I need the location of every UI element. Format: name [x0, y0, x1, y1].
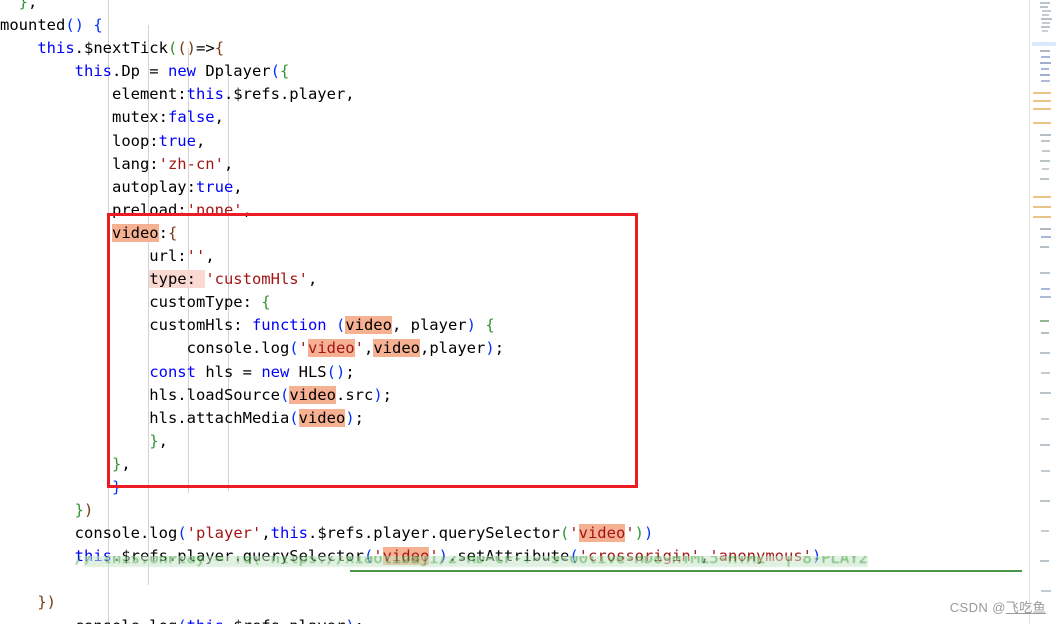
minimap-line-mark — [1042, 10, 1051, 12]
minimap-line-mark — [1041, 56, 1050, 58]
minimap-line-mark — [1040, 62, 1051, 64]
minimap-line-mark — [1040, 320, 1049, 322]
code-line[interactable]: }) — [0, 591, 1030, 614]
minimap-line-mark — [1042, 168, 1049, 170]
minimap-line-mark — [1041, 288, 1050, 290]
minimap-line-mark — [1041, 372, 1050, 374]
minimap-line-mark — [1040, 74, 1050, 76]
minimap-line-mark — [1041, 80, 1050, 82]
minimap-line-mark — [1042, 150, 1050, 152]
code-minimap[interactable] — [1029, 0, 1058, 624]
code-line[interactable]: }, — [0, 430, 1030, 453]
minimap-line-mark — [1040, 560, 1049, 562]
minimap-line-mark — [1042, 30, 1048, 32]
find-match-video[interactable]: video — [373, 339, 421, 358]
minimap-line-mark — [1035, 42, 1049, 44]
minimap-line-mark — [1040, 134, 1051, 136]
minimap-line-mark — [1033, 196, 1051, 198]
code-line[interactable]: preload:'none', — [0, 199, 1030, 222]
code-line[interactable]: console.log('player',this.$refs.player.q… — [0, 522, 1030, 545]
minimap-line-mark — [1041, 26, 1050, 28]
code-line[interactable]: this.Dp = new Dplayer({ — [0, 60, 1030, 83]
minimap-line-mark — [1041, 530, 1049, 532]
minimap-line-mark — [1040, 352, 1050, 354]
minimap-line-mark — [1040, 246, 1049, 248]
find-match-video[interactable]: video — [289, 385, 336, 404]
code-line[interactable]: customType: { — [0, 291, 1030, 314]
minimap-line-mark — [1041, 18, 1052, 20]
minimap-line-mark — [1040, 160, 1050, 162]
code-line[interactable]: mounted() { — [0, 14, 1030, 37]
minimap-line-mark — [1033, 92, 1051, 94]
code-line[interactable]: lang:'zh-cn', — [0, 153, 1030, 176]
find-match-video[interactable]: video — [307, 339, 355, 358]
minimap-line-mark — [1041, 236, 1051, 238]
code-line[interactable]: type: 'customHls', — [0, 268, 1030, 291]
code-line[interactable]: mutex:false, — [0, 106, 1030, 129]
code-line[interactable]: customHls: function (video, player) { — [0, 314, 1030, 337]
find-match-video[interactable]: video — [111, 223, 159, 242]
code-editor-area[interactable]: }, mounted() { this.$nextTick(()=>{ this… — [0, 0, 1030, 624]
code-line[interactable]: }, — [0, 453, 1030, 476]
minimap-line-mark — [1040, 178, 1049, 180]
minimap-line-mark — [1040, 50, 1050, 52]
minimap-line-mark — [1040, 392, 1051, 394]
minimap-line-mark — [1040, 272, 1050, 274]
code-line[interactable]: this.$nextTick(()=>{ — [0, 37, 1030, 60]
minimap-line-mark — [1042, 22, 1050, 24]
code-line-commented-clipped[interactable]: // this.onPlay = !0('https://xiaolibaji/… — [0, 556, 1030, 576]
code-line[interactable]: hls.attachMedia(video); — [0, 407, 1030, 430]
minimap-line-mark — [1041, 68, 1049, 70]
minimap-line-mark — [1040, 2, 1050, 4]
code-line[interactable]: url:'', — [0, 245, 1030, 268]
minimap-line-mark — [1033, 216, 1051, 218]
minimap-line-mark — [1042, 14, 1049, 16]
watermark-author: 飞吃鱼 — [1005, 600, 1046, 615]
minimap-line-mark — [1040, 444, 1050, 446]
minimap-line-mark — [1033, 206, 1051, 208]
minimap-line-mark — [1040, 500, 1050, 502]
find-match-video[interactable]: video — [345, 316, 392, 335]
minimap-line-mark — [1041, 470, 1050, 472]
code-line[interactable]: }) — [0, 499, 1030, 522]
minimap-line-mark — [1040, 6, 1048, 8]
minimap-line-mark — [1041, 332, 1049, 334]
code-line[interactable]: hls.loadSource(video.src); — [0, 384, 1030, 407]
code-line[interactable]: console.log(this.$refs.player); — [0, 615, 1030, 624]
minimap-line-mark — [1040, 228, 1051, 230]
minimap-line-mark — [1041, 140, 1050, 142]
code-line[interactable]: loop:true, — [0, 130, 1030, 153]
minimap-line-mark — [1041, 418, 1049, 420]
editor-window: }, mounted() { this.$nextTick(()=>{ this… — [0, 0, 1058, 624]
code-line[interactable]: video:{ — [0, 222, 1030, 245]
code-line[interactable]: autoplay:true, — [0, 176, 1030, 199]
code-line[interactable]: element:this.$refs.player, — [0, 83, 1030, 106]
selection-underline — [350, 570, 1022, 572]
find-match-video[interactable]: video — [578, 524, 626, 543]
code-line[interactable]: console.log('video',video,player); — [0, 337, 1030, 360]
minimap-line-mark — [1041, 590, 1051, 592]
code-line[interactable]: } — [0, 476, 1030, 499]
minimap-line-mark — [1040, 296, 1051, 298]
find-match-video[interactable]: video — [298, 408, 346, 427]
code-line[interactable]: const hls = new HLS(); — [0, 361, 1030, 384]
minimap-line-mark — [1033, 108, 1051, 110]
csdn-watermark: CSDN @飞吃鱼 — [950, 597, 1046, 616]
minimap-line-mark — [1033, 122, 1051, 124]
minimap-line-mark — [1033, 100, 1051, 102]
code-line[interactable]: }, — [0, 0, 1030, 14]
watermark-prefix: CSDN @ — [949, 600, 1006, 615]
